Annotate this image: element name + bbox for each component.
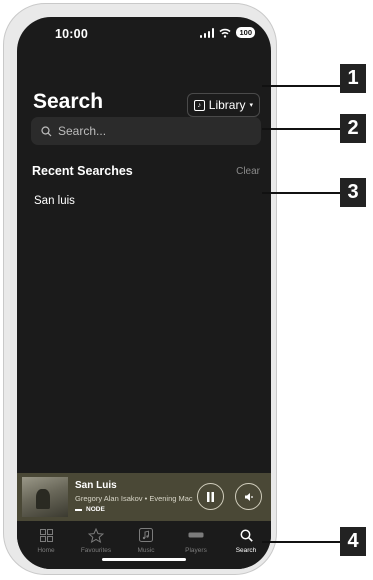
callout-badge-4: 4 [340,527,366,556]
status-bar: 10:00 100 [17,17,271,51]
mini-player[interactable]: San Luis Gregory Alan Isakov • Evening M… [17,473,271,521]
tab-favourites[interactable]: Favourites [71,527,121,554]
track-title: San Luis [75,480,117,491]
callout-line-3 [262,192,340,194]
recent-searches-heading: Recent Searches [32,164,133,178]
status-time: 10:00 [55,27,88,41]
search-bar[interactable] [31,117,261,145]
tab-music[interactable]: Music [121,527,171,554]
callout-badge-2: 2 [340,114,366,143]
device-label: NODE [86,506,105,513]
album-art [22,477,68,517]
library-label: Library [208,98,246,112]
track-subtitle: Gregory Alan Isakov • Evening Machi [75,494,193,503]
search-icon [41,125,52,136]
wifi-icon [219,28,232,38]
home-icon [39,528,53,542]
status-icons: 100 [199,27,255,38]
tab-players-label: Players [185,547,207,554]
tab-search-label: Search [235,547,257,554]
page-title: Search [33,90,104,113]
tab-favourites-label: Favourites [80,547,112,554]
volume-button[interactable] [235,483,262,510]
tab-bar: Home Favourites Music Players Search [17,521,271,569]
search-input[interactable] [58,124,248,138]
speaker-icon [188,532,204,538]
volume-icon [244,492,253,501]
callout-line-1 [262,85,340,87]
pause-icon [207,491,214,502]
callout-line-4 [262,541,340,543]
tab-players[interactable]: Players [171,527,221,554]
callout-badge-3: 3 [340,178,366,207]
home-indicator [102,558,186,561]
device-icon [75,508,82,511]
callout-badge-1: 1 [340,64,366,93]
signal-icon [199,27,215,38]
tab-home[interactable]: Home [21,527,71,554]
recent-search-item[interactable]: San luis [34,195,75,207]
battery-icon: 100 [236,27,255,38]
star-icon [88,527,104,543]
phone-frame: 10:00 100 Search ♪ Library ▾ Search... R… [3,3,277,575]
playback-device: NODE [75,506,105,513]
search-icon [240,529,253,542]
pause-button[interactable] [197,483,224,510]
callout-line-2 [262,128,340,130]
music-note-icon [139,528,153,542]
chevron-down-icon: ▾ [249,102,253,109]
phone-screen: 10:00 100 Search ♪ Library ▾ Search... R… [17,17,271,569]
library-icon: ♪ [193,99,205,111]
tab-music-label: Music [137,547,155,554]
tab-home-label: Home [37,547,55,554]
library-dropdown-button[interactable]: ♪ Library ▾ [186,93,260,117]
clear-recent-button[interactable]: Clear [236,166,260,177]
